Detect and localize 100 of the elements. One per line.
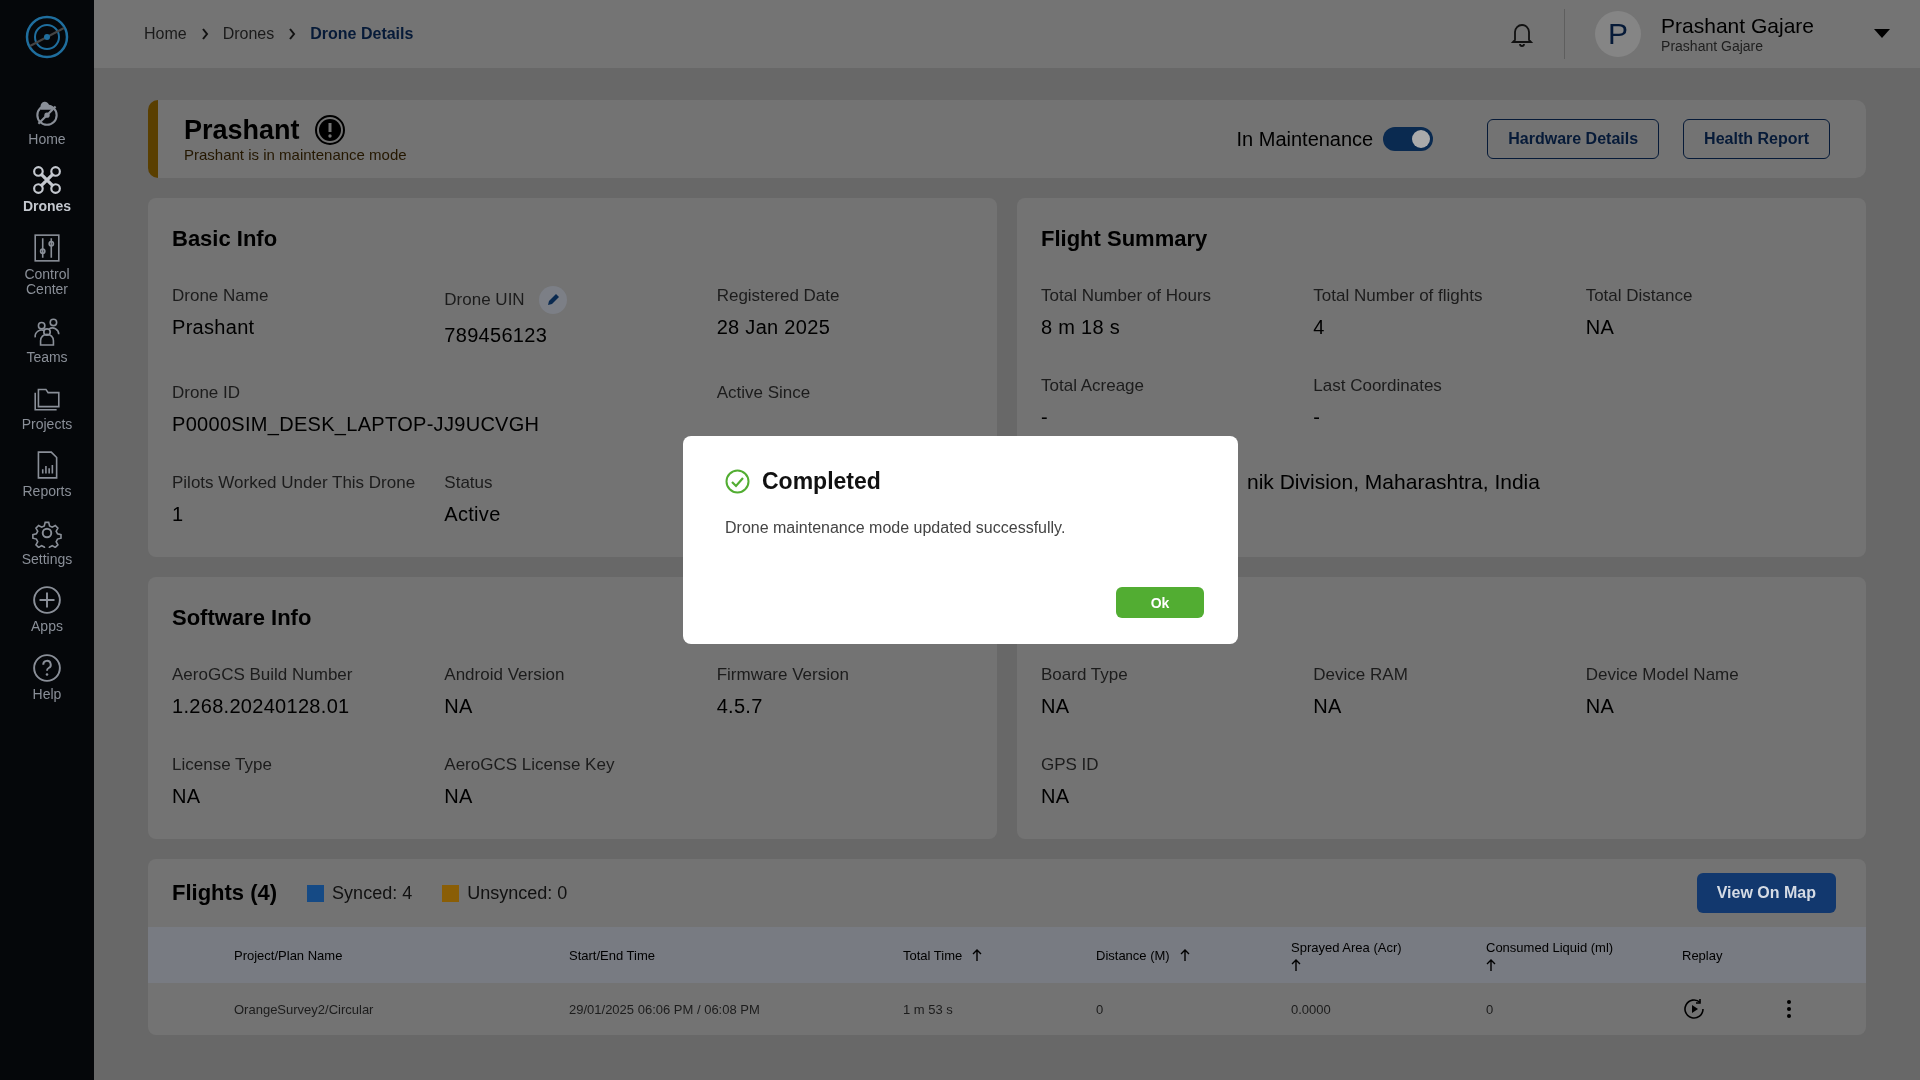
field-label: AeroGCS Build Number [172, 665, 353, 685]
replay-icon[interactable] [1682, 997, 1706, 1021]
edit-button[interactable] [538, 286, 567, 314]
field-label: Firmware Version [716, 665, 849, 685]
bell-icon[interactable] [1510, 21, 1535, 47]
nav-item[interactable]: Help [7, 652, 87, 702]
field-value: - [1313, 406, 1322, 429]
field-value: 8 m 18 s [1041, 316, 1122, 339]
nav-item[interactable]: Reports [7, 450, 87, 500]
sort-arrow-icon[interactable] [1179, 949, 1190, 961]
sliders-icon [32, 232, 62, 263]
table-cell: 0 [1486, 1001, 1494, 1017]
column-header[interactable]: Distance (M) [1096, 947, 1170, 963]
field-value: 4 [1313, 316, 1326, 339]
field-value: NA [1313, 695, 1343, 718]
user-subtitle: Prashant Gajare [1661, 38, 1765, 54]
field-label: Last Coordinates [1313, 376, 1442, 396]
drone-name: Prashant [184, 114, 300, 146]
field-value: NA [1585, 695, 1616, 718]
field-label: License Type [172, 755, 272, 775]
column-header[interactable]: Replay [1682, 947, 1723, 963]
field-value: P0000SIM_DESK_LAPTOP-JJ9UCVGH [172, 413, 541, 436]
table-cell: OrangeSurvey2/Circular [234, 1001, 374, 1017]
card-title: Software Info [172, 605, 313, 631]
field-label: Drone UIN [444, 290, 525, 310]
column-header[interactable]: Start/End Time [569, 947, 655, 963]
field-value: 789456123 [444, 324, 549, 347]
team-icon [32, 315, 62, 346]
sort-arrow-icon[interactable] [972, 949, 983, 961]
column-header[interactable]: Consumed Liquid (ml) [1486, 939, 1614, 955]
status-message: Prashant is in maintenance mode [184, 146, 407, 163]
plus-icon [32, 585, 62, 616]
breadcrumb-link[interactable]: Home [144, 25, 187, 43]
column-header[interactable]: Total Time [903, 947, 963, 963]
nav-item[interactable]: Projects [7, 382, 87, 433]
breadcrumb-link[interactable]: Drone Details [310, 25, 414, 43]
warning-icon [313, 114, 346, 146]
location-text: nik Division, Maharashtra, India [1247, 470, 1540, 493]
field-label: Drone Name [172, 286, 269, 306]
sort-arrow-icon[interactable] [1291, 958, 1301, 971]
chevron-icon [200, 28, 209, 40]
card-title: Flight Summary [1041, 226, 1209, 252]
field-label: Total Number of flights [1313, 286, 1483, 306]
column-header[interactable]: Sprayed Area (Acr) [1291, 939, 1402, 955]
field-label: Total Number of Hours [1041, 286, 1212, 306]
nav-item[interactable]: Teams [7, 315, 87, 365]
field-value: NA [444, 695, 474, 718]
field-label: Board Type [1041, 665, 1128, 685]
dialog-message: Drone maintenance mode updated successfully. [725, 519, 1067, 537]
field-value: 1 [172, 503, 185, 526]
field-value: NA [172, 785, 202, 808]
field-label: Registered Date [716, 286, 840, 306]
field-value: 4.5.7 [716, 695, 764, 718]
nav-item[interactable]: Control Center [7, 232, 87, 298]
field-value: NA [1041, 695, 1071, 718]
field-label: Active Since [716, 383, 811, 403]
user-name: Prashant Gajare [1661, 14, 1814, 38]
field-value: 1.268.20240128.01 [172, 695, 351, 718]
logo-icon [24, 14, 70, 60]
caret-icon[interactable] [1874, 29, 1890, 39]
breadcrumb-link[interactable]: Drones [222, 25, 275, 43]
field-label: Device Model Name [1585, 665, 1739, 685]
field-label: Android Version [444, 665, 565, 685]
table-cell: 29/01/2025 06:06 PM / 06:08 PM [569, 1001, 760, 1017]
outline-button[interactable]: Health Report [1683, 119, 1830, 159]
field-label: Device RAM [1313, 665, 1408, 685]
field-label: Total Distance [1585, 286, 1693, 306]
field-label: GPS ID [1041, 755, 1099, 775]
field-value: - [1041, 406, 1049, 429]
field-value: NA [1585, 316, 1616, 339]
toggle-label: In Maintenance [1236, 127, 1374, 151]
table-cell: 1 m 53 s [903, 1001, 953, 1017]
help-icon [32, 652, 62, 683]
table-cell: 0.0000 [1291, 1001, 1331, 1017]
nav-item[interactable]: Drones [7, 165, 87, 215]
table-cell: 0 [1096, 1001, 1104, 1017]
nav-item[interactable]: Apps [7, 585, 87, 635]
field-value: Prashant [172, 316, 256, 339]
sort-arrow-icon[interactable] [1486, 958, 1496, 971]
field-label: Status [444, 473, 493, 493]
card-title: Basic Info [172, 226, 279, 252]
field-label: Total Acreage [1041, 376, 1144, 396]
pencil-icon [545, 293, 560, 307]
outline-button[interactable]: Hardware Details [1487, 119, 1660, 159]
ok-button[interactable]: Ok [1116, 587, 1204, 618]
avatar[interactable]: P [1595, 11, 1642, 57]
field-label: Drone ID [172, 383, 241, 403]
field-label: Pilots Worked Under This Drone [172, 473, 416, 493]
check-circle-icon [725, 469, 750, 494]
field-label: AeroGCS License Key [444, 755, 615, 775]
view-map-button[interactable]: View On Map [1696, 873, 1836, 913]
field-value: NA [1041, 785, 1071, 808]
field-value: NA [444, 785, 474, 808]
drone-icon [32, 165, 62, 196]
column-header[interactable]: Project/Plan Name [234, 947, 343, 963]
dialog-title: Completed [762, 468, 881, 495]
chevron-icon [288, 28, 297, 40]
nav-item[interactable]: Home [7, 98, 87, 148]
nav-item[interactable]: Settings [7, 517, 87, 568]
maintenance-toggle[interactable] [1383, 127, 1434, 151]
